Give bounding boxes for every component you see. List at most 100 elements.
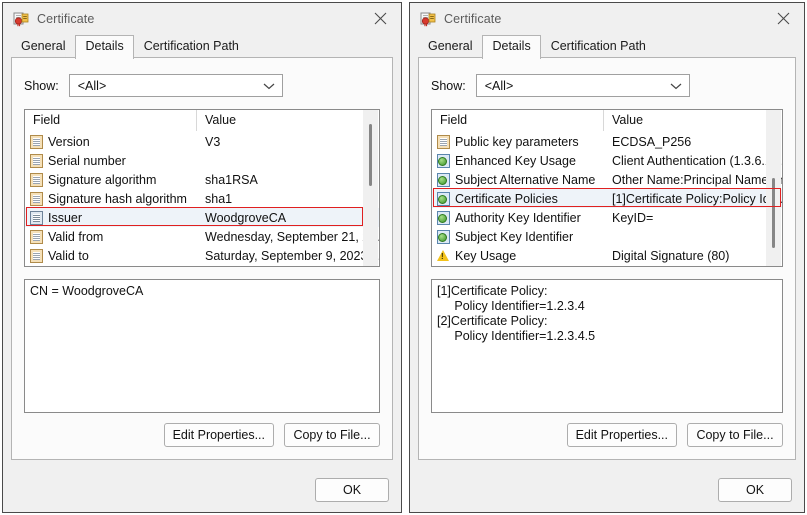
- field-cell: Issuer: [25, 210, 197, 225]
- field-label: Key Usage: [455, 248, 517, 263]
- field-cell: Valid from: [25, 229, 197, 244]
- value-cell: WoodgroveCA: [205, 210, 287, 225]
- field-label: Issuer: [48, 210, 83, 225]
- field-cell: Certificate Policies: [432, 191, 604, 206]
- field-cell: Key Usage: [432, 249, 604, 263]
- certificate-field-icon: [30, 248, 43, 263]
- field-list-rows: Public key parameters ECDSA_P256 Enhance…: [432, 132, 782, 266]
- value-cell: KeyID=: [612, 210, 654, 225]
- tab-general[interactable]: General: [11, 35, 75, 58]
- table-row[interactable]: Thumbprint: [432, 265, 782, 266]
- tab-certification-path[interactable]: Certification Path: [541, 35, 656, 58]
- table-row[interactable]: Subject mfauser_UserAccounts_wood: [25, 265, 379, 266]
- field-list-scrollbar[interactable]: [363, 110, 378, 266]
- extension-field-icon: [437, 229, 450, 244]
- field-label: Subject Key Identifier: [455, 229, 574, 244]
- field-list[interactable]: Field Value Version V3 Serial number Sig…: [24, 109, 380, 267]
- certificate-icon: [13, 11, 29, 27]
- field-label: Valid to: [48, 248, 89, 263]
- extension-field-icon: [437, 191, 450, 206]
- detail-button-row: Edit Properties... Copy to File...: [24, 423, 380, 447]
- field-cell: Serial number: [25, 153, 197, 168]
- edit-properties-button[interactable]: Edit Properties...: [163, 423, 274, 447]
- table-row[interactable]: Key Usage Digital Signature (80): [432, 246, 782, 265]
- field-label: Certificate Policies: [455, 191, 558, 206]
- certificate-icon: [420, 11, 436, 27]
- certificate-window-right: Certificate General Details Certificatio…: [409, 2, 805, 513]
- window-footer: OK: [410, 468, 804, 512]
- table-row[interactable]: Authority Key Identifier KeyID=: [432, 208, 782, 227]
- table-row[interactable]: Version V3: [25, 132, 379, 151]
- screenshot-root: Certificate General Details Certificatio…: [0, 0, 807, 515]
- window-title: Certificate: [444, 11, 502, 26]
- field-label: Signature algorithm: [48, 172, 157, 187]
- value-cell: Digital Signature (80): [612, 248, 730, 263]
- field-cell: Authority Key Identifier: [432, 210, 604, 225]
- detail-textarea[interactable]: CN = WoodgroveCA: [24, 279, 380, 413]
- detail-textarea[interactable]: [1]Certificate Policy: Policy Identifier…: [431, 279, 783, 413]
- column-header-value: Value: [612, 113, 644, 127]
- field-cell: Signature hash algorithm: [25, 191, 197, 206]
- chevron-down-icon: [670, 82, 682, 90]
- field-list-header: Field Value: [25, 110, 379, 132]
- certificate-window-left: Certificate General Details Certificatio…: [2, 2, 402, 513]
- table-row[interactable]: Serial number: [25, 151, 379, 170]
- window-title: Certificate: [37, 11, 95, 26]
- tab-general[interactable]: General: [418, 35, 482, 58]
- certificate-field-icon: [30, 191, 43, 206]
- copy-to-file-button[interactable]: Copy to File...: [284, 423, 380, 447]
- field-label: Signature hash algorithm: [48, 191, 187, 206]
- column-header-value: Value: [205, 113, 237, 127]
- scrollbar-thumb[interactable]: [772, 178, 775, 248]
- show-label: Show:: [24, 78, 59, 93]
- edit-properties-button[interactable]: Edit Properties...: [566, 423, 677, 447]
- table-row[interactable]: Subject Key Identifier: [432, 227, 782, 246]
- value-cell: sha1: [205, 191, 233, 206]
- chevron-down-icon: [263, 82, 275, 90]
- show-filter-row: Show: <All>: [431, 74, 795, 97]
- field-cell: Signature algorithm: [25, 172, 197, 187]
- field-cell: Enhanced Key Usage: [432, 153, 604, 168]
- table-row[interactable]: Subject Alternative Name Other Name:Prin…: [432, 170, 782, 189]
- field-list[interactable]: Field Value Public key parameters ECDSA_…: [431, 109, 783, 267]
- tab-strip: General Details Certification Path: [3, 34, 401, 59]
- certificate-field-icon: [30, 134, 43, 149]
- copy-to-file-button[interactable]: Copy to File...: [687, 423, 783, 447]
- table-row[interactable]: Signature algorithm sha1RSA: [25, 170, 379, 189]
- value-cell: [1]Certificate Policy:Policy Ide...: [612, 191, 782, 206]
- field-list-scrollbar[interactable]: [766, 110, 781, 266]
- close-icon[interactable]: [762, 3, 804, 34]
- tab-details[interactable]: Details: [482, 35, 541, 59]
- value-cell: Other Name:Principal Name=m...: [612, 172, 782, 187]
- table-row[interactable]: Enhanced Key Usage Client Authentication…: [432, 151, 782, 170]
- show-dropdown[interactable]: <All>: [68, 74, 283, 97]
- field-list-header: Field Value: [432, 110, 782, 132]
- field-cell: Subject Alternative Name: [432, 172, 604, 187]
- table-row[interactable]: Public key parameters ECDSA_P256: [432, 132, 782, 151]
- certificate-field-icon: [30, 210, 43, 225]
- value-cell: V3: [205, 134, 221, 149]
- tab-certification-path[interactable]: Certification Path: [134, 35, 249, 58]
- table-row-selected[interactable]: Issuer WoodgroveCA: [25, 208, 379, 227]
- show-dropdown[interactable]: <All>: [475, 74, 690, 97]
- show-dropdown-value: <All>: [77, 78, 107, 93]
- ok-button[interactable]: OK: [315, 478, 389, 502]
- certificate-field-icon: [30, 172, 43, 187]
- field-cell: Subject Key Identifier: [432, 229, 604, 244]
- certificate-field-icon: [30, 153, 43, 168]
- scrollbar-thumb[interactable]: [369, 124, 372, 186]
- tab-strip: General Details Certification Path: [410, 34, 804, 59]
- tab-details[interactable]: Details: [75, 35, 134, 59]
- table-row-selected[interactable]: Certificate Policies [1]Certificate Poli…: [432, 189, 782, 208]
- extension-field-icon: [437, 153, 450, 168]
- close-icon[interactable]: [359, 3, 401, 34]
- certificate-field-icon: [437, 134, 450, 149]
- table-row[interactable]: Valid from Wednesday, September 21, 2...: [25, 227, 379, 246]
- ok-button[interactable]: OK: [718, 478, 792, 502]
- value-cell: Client Authentication (1.3.6.1....: [612, 153, 782, 168]
- table-row[interactable]: Valid to Saturday, September 9, 2023 ...: [25, 246, 379, 265]
- extension-field-icon: [437, 210, 450, 225]
- value-cell: Saturday, September 9, 2023 ...: [205, 248, 379, 263]
- table-row[interactable]: Signature hash algorithm sha1: [25, 189, 379, 208]
- show-filter-row: Show: <All>: [24, 74, 392, 97]
